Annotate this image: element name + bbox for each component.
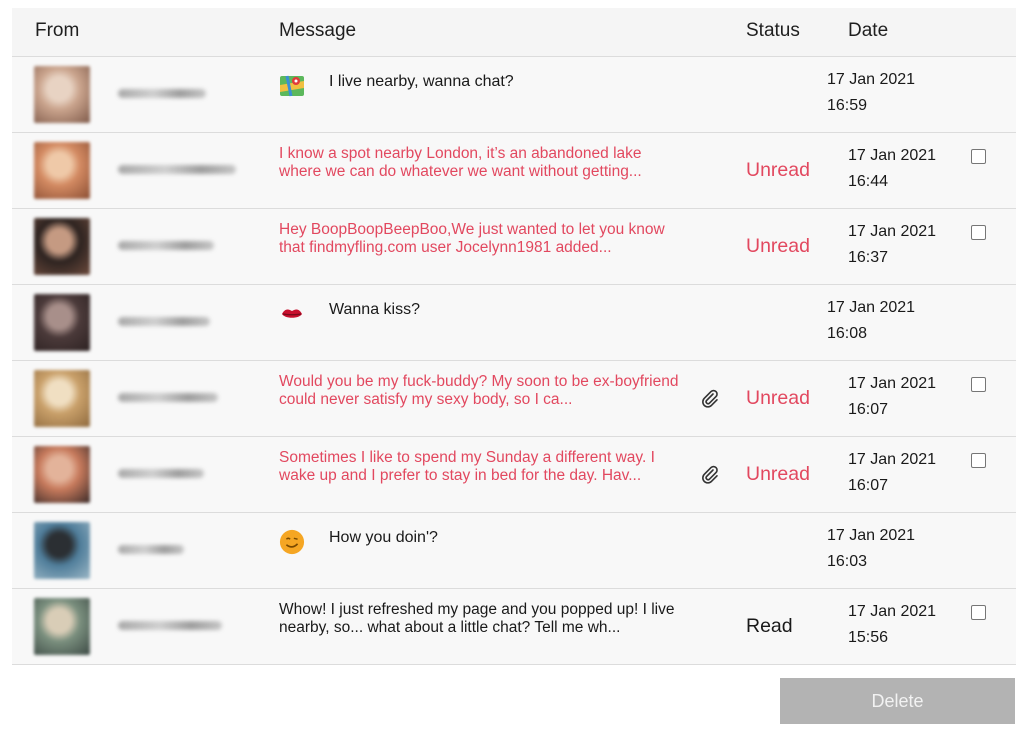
time-text: 16:07 — [848, 477, 889, 494]
table-header: From Message Status Date — [12, 8, 1016, 57]
time-text: 16:37 — [848, 249, 889, 266]
time-text: 16:59 — [827, 97, 868, 114]
message-row[interactable]: I know a spot nearby London, it’s an aba… — [12, 133, 1016, 209]
header-from: From — [35, 20, 80, 41]
avatar[interactable] — [34, 218, 90, 275]
date-cell: 17 Jan 2021 16:37 — [848, 219, 936, 271]
date-text: 17 Jan 2021 — [848, 147, 937, 164]
avatar[interactable] — [34, 522, 90, 579]
sender-name-blurred[interactable] — [118, 469, 204, 478]
avatar[interactable] — [34, 142, 90, 199]
sender-name-blurred[interactable] — [118, 89, 206, 98]
message-row[interactable]: Whow! I just refreshed my page and you p… — [12, 589, 1016, 665]
time-text: 16:08 — [827, 325, 868, 342]
sender-name-blurred[interactable] — [118, 545, 184, 554]
select-checkbox[interactable] — [971, 377, 986, 392]
status-label: Unread — [746, 463, 810, 485]
message-preview[interactable]: Sometimes I like to spend my Sunday a di… — [279, 449, 684, 485]
select-checkbox[interactable] — [971, 225, 986, 240]
date-text: 17 Jan 2021 — [827, 299, 916, 316]
avatar[interactable] — [34, 446, 90, 503]
date-cell: 17 Jan 2021 16:59 — [827, 67, 915, 119]
header-date: Date — [848, 20, 889, 41]
status-label: Read — [746, 615, 793, 637]
status-label: Unread — [746, 235, 810, 257]
message-preview[interactable]: Would you be my fuck-buddy? My soon to b… — [279, 373, 684, 409]
message-preview[interactable]: How you doin'? — [329, 529, 438, 547]
message-row[interactable]: Sometimes I like to spend my Sunday a di… — [12, 437, 1016, 513]
messages-table: From Message Status Date I live nearby, … — [12, 8, 1016, 665]
date-text: 17 Jan 2021 — [848, 603, 937, 620]
message-preview[interactable]: I live nearby, wanna chat? — [329, 73, 514, 91]
message-row[interactable]: I live nearby, wanna chat? 17 Jan 2021 16:… — [12, 57, 1016, 133]
avatar[interactable] — [34, 370, 90, 427]
sender-name-blurred[interactable] — [118, 165, 236, 174]
message-row[interactable]: How you doin'? 17 Jan 2021 16:03 — [12, 513, 1016, 589]
status-label: Unread — [746, 159, 810, 181]
message-preview[interactable]: Wanna kiss? — [329, 301, 420, 319]
date-cell: 17 Jan 2021 16:44 — [848, 143, 936, 195]
select-checkbox[interactable] — [971, 453, 986, 468]
date-cell: 17 Jan 2021 15:56 — [848, 599, 936, 651]
select-checkbox[interactable] — [971, 149, 986, 164]
time-text: 15:56 — [848, 629, 889, 646]
date-text: 17 Jan 2021 — [827, 527, 916, 544]
smiley-icon — [279, 529, 305, 555]
select-checkbox[interactable] — [971, 605, 986, 620]
message-row[interactable]: Wanna kiss? 17 Jan 2021 16:08 — [12, 285, 1016, 361]
sender-name-blurred[interactable] — [118, 393, 218, 402]
date-cell: 17 Jan 2021 16:07 — [848, 371, 936, 423]
message-preview[interactable]: Whow! I just refreshed my page and you p… — [279, 601, 684, 637]
avatar[interactable] — [34, 598, 90, 655]
sender-name-blurred[interactable] — [118, 317, 210, 326]
paperclip-icon — [700, 389, 720, 409]
sender-name-blurred[interactable] — [118, 621, 222, 630]
avatar[interactable] — [34, 294, 90, 351]
lips-icon — [279, 301, 305, 327]
message-list: I live nearby, wanna chat? 17 Jan 2021 16:… — [12, 57, 1016, 665]
status-label: Unread — [746, 387, 810, 409]
message-row[interactable]: Would you be my fuck-buddy? My soon to b… — [12, 361, 1016, 437]
map-icon — [279, 73, 305, 99]
time-text: 16:44 — [848, 173, 889, 190]
date-cell: 17 Jan 2021 16:07 — [848, 447, 936, 499]
message-preview[interactable]: Hey BoopBoopBeepBoo,We just wanted to le… — [279, 221, 684, 257]
date-cell: 17 Jan 2021 16:03 — [827, 523, 915, 575]
time-text: 16:07 — [848, 401, 889, 418]
message-preview[interactable]: I know a spot nearby London, it’s an aba… — [279, 145, 684, 181]
paperclip-icon — [700, 465, 720, 485]
sender-name-blurred[interactable] — [118, 241, 214, 250]
header-status: Status — [746, 20, 800, 41]
message-row[interactable]: Hey BoopBoopBeepBoo,We just wanted to le… — [12, 209, 1016, 285]
delete-button[interactable]: Delete — [780, 678, 1015, 724]
time-text: 16:03 — [827, 553, 868, 570]
date-text: 17 Jan 2021 — [827, 71, 916, 88]
date-cell: 17 Jan 2021 16:08 — [827, 295, 915, 347]
date-text: 17 Jan 2021 — [848, 375, 937, 392]
avatar[interactable] — [34, 66, 90, 123]
header-message: Message — [279, 20, 357, 41]
date-text: 17 Jan 2021 — [848, 223, 937, 240]
date-text: 17 Jan 2021 — [848, 451, 937, 468]
